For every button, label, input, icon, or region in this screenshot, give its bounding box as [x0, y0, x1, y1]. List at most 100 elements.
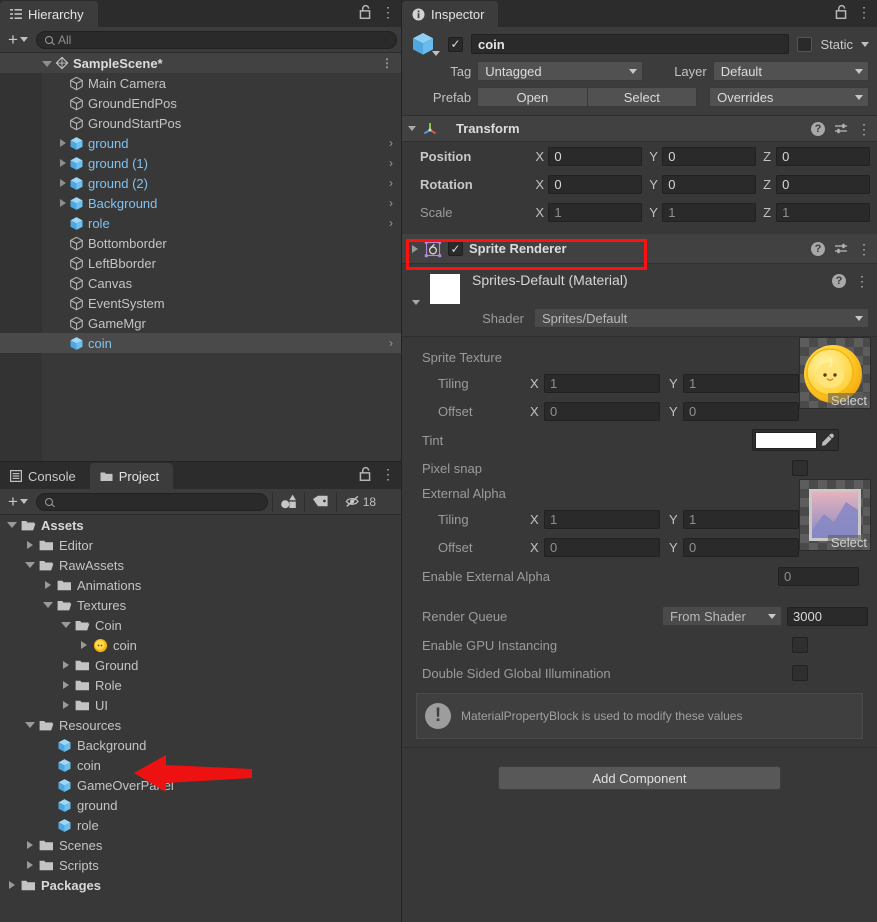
hierarchy-item-coin[interactable]: coin › [0, 333, 401, 353]
foldout-closed-icon[interactable] [60, 159, 66, 167]
project-item-scripts[interactable]: Scripts [0, 855, 401, 875]
open-prefab-chevron-icon[interactable]: › [389, 176, 393, 190]
project-item-coin[interactable]: coin [0, 635, 401, 655]
vertical-splitter[interactable] [401, 0, 402, 922]
preset-icon[interactable] [834, 242, 848, 256]
pixel-snap-checkbox[interactable] [792, 460, 808, 476]
foldout-closed-icon[interactable] [60, 139, 66, 147]
project-item-packages[interactable]: Packages [0, 875, 401, 895]
hierarchy-search-input[interactable]: All [35, 30, 397, 49]
foldout-open-icon[interactable] [408, 126, 416, 131]
project-item-role[interactable]: role [0, 815, 401, 835]
external-alpha-select-label[interactable]: Select [827, 535, 870, 550]
foldout-open-icon[interactable] [42, 61, 52, 67]
foldout-open-icon[interactable] [23, 557, 37, 573]
project-item-resources[interactable]: Resources [0, 715, 401, 735]
transform-rotation-z-input[interactable]: 0 [776, 174, 870, 194]
sprite-tiling-y-input[interactable]: 1 [683, 373, 799, 393]
hierarchy-item-groundendpos[interactable]: GroundEndPos [0, 93, 401, 113]
tab-console[interactable]: Console [0, 463, 90, 489]
hidden-assets-button[interactable]: 18 [335, 491, 384, 512]
help-icon[interactable]: ? [811, 241, 825, 256]
create-asset-button[interactable]: + [4, 493, 32, 511]
filter-by-label-button[interactable] [303, 491, 336, 512]
foldout-closed-icon[interactable] [59, 697, 73, 713]
alpha-tiling-x-input[interactable]: 1 [544, 509, 660, 529]
transform-rotation-y-input[interactable]: 0 [662, 174, 757, 194]
project-item-ground[interactable]: ground [0, 795, 401, 815]
lock-icon[interactable] [358, 466, 372, 482]
open-prefab-chevron-icon[interactable]: › [389, 336, 393, 350]
foldout-open-icon[interactable] [59, 617, 73, 633]
project-item-assets[interactable]: Assets [0, 515, 401, 535]
open-prefab-chevron-icon[interactable]: › [389, 196, 393, 210]
hierarchy-item-eventsystem[interactable]: EventSystem [0, 293, 401, 313]
eyedropper-icon[interactable] [820, 432, 836, 448]
kebab-menu-icon[interactable]: ⋮ [381, 57, 393, 69]
hierarchy-item-background[interactable]: Background › [0, 193, 401, 213]
static-checkbox[interactable] [797, 36, 813, 52]
hierarchy-item-canvas[interactable]: Canvas [0, 273, 401, 293]
kebab-menu-icon[interactable]: ⋮ [381, 5, 395, 19]
tab-hierarchy[interactable]: Hierarchy [0, 1, 98, 27]
double-sided-gi-checkbox[interactable] [792, 665, 808, 681]
lock-icon[interactable] [834, 4, 848, 20]
foldout-closed-icon[interactable] [23, 857, 37, 873]
kebab-menu-icon[interactable]: ⋮ [857, 5, 871, 19]
project-search-input[interactable] [35, 492, 268, 511]
tab-project[interactable]: Project [89, 463, 174, 489]
foldout-closed-icon[interactable] [59, 657, 73, 673]
open-prefab-chevron-icon[interactable]: › [389, 156, 393, 170]
external-alpha-thumbnail[interactable]: Select [799, 479, 871, 551]
tint-swatch[interactable] [755, 431, 817, 449]
tint-color-field[interactable] [752, 429, 839, 451]
hierarchy-item-main-camera[interactable]: Main Camera [0, 73, 401, 93]
hierarchy-item-groundstartpos[interactable]: GroundStartPos [0, 113, 401, 133]
hierarchy-item-gamemgr[interactable]: GameMgr [0, 313, 401, 333]
project-item-ground[interactable]: Ground [0, 655, 401, 675]
project-item-editor[interactable]: Editor [0, 535, 401, 555]
hierarchy-item-leftbborder[interactable]: LeftBborder [0, 253, 401, 273]
transform-position-x-input[interactable]: 0 [548, 146, 643, 166]
sprite-tiling-x-input[interactable]: 1 [544, 373, 660, 393]
help-icon[interactable]: ? [811, 121, 825, 136]
gameobject-enabled-checkbox[interactable]: ✓ [448, 36, 463, 52]
hierarchy-item-ground-1[interactable]: ground (1) › [0, 153, 401, 173]
enable-external-alpha-input[interactable]: 0 [778, 566, 859, 586]
sprite-renderer-component-header[interactable]: ✓ Sprite Renderer ? ⋮ [402, 234, 877, 264]
open-prefab-chevron-icon[interactable]: › [389, 136, 393, 150]
alpha-tiling-y-input[interactable]: 1 [683, 509, 799, 529]
create-gameobject-button[interactable]: + [4, 31, 32, 49]
sprite-offset-y-input[interactable]: 0 [683, 401, 799, 421]
layer-dropdown[interactable]: Default [712, 61, 870, 81]
hierarchy-item-ground-2[interactable]: ground (2) › [0, 173, 401, 193]
foldout-closed-icon[interactable] [60, 199, 66, 207]
transform-component-header[interactable]: Transform ? ⋮ [402, 116, 877, 142]
foldout-closed-icon[interactable] [412, 244, 418, 253]
sprite-offset-x-input[interactable]: 0 [544, 401, 660, 421]
project-item-role[interactable]: Role [0, 675, 401, 695]
transform-scale-z-input[interactable]: 1 [776, 202, 870, 222]
hierarchy-tree[interactable]: SampleScene* ⋮ Main Camera GroundEndPos Grou… [0, 53, 401, 462]
foldout-closed-icon[interactable] [60, 179, 66, 187]
kebab-menu-icon[interactable]: ⋮ [855, 274, 869, 288]
alpha-offset-x-input[interactable]: 0 [544, 537, 660, 557]
kebab-menu-icon[interactable]: ⋮ [857, 242, 871, 256]
prefab-open-button[interactable]: Open [477, 87, 588, 107]
foldout-closed-icon[interactable] [23, 537, 37, 553]
prefab-overrides-dropdown[interactable]: Overrides [709, 87, 870, 107]
static-dropdown-chevron-icon[interactable] [861, 41, 869, 47]
project-item-ui[interactable]: UI [0, 695, 401, 715]
project-item-textures[interactable]: Textures [0, 595, 401, 615]
kebab-menu-icon[interactable]: ⋮ [857, 122, 871, 136]
render-queue-input[interactable]: 3000 [787, 606, 868, 626]
render-queue-dropdown[interactable]: From Shader [662, 606, 782, 626]
hierarchy-item-samplescene[interactable]: SampleScene* ⋮ [0, 53, 401, 73]
filter-by-type-button[interactable] [271, 491, 304, 512]
foldout-closed-icon[interactable] [77, 637, 91, 653]
foldout-open-icon[interactable] [41, 597, 55, 613]
open-prefab-chevron-icon[interactable]: › [389, 216, 393, 230]
project-item-animations[interactable]: Animations [0, 575, 401, 595]
foldout-closed-icon[interactable] [23, 837, 37, 853]
project-item-scenes[interactable]: Scenes [0, 835, 401, 855]
